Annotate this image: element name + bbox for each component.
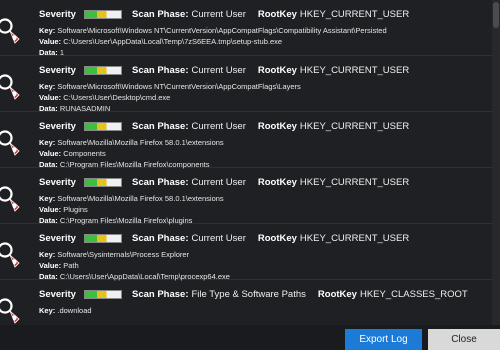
entry-header: Severity Scan Phase: Current User RootKe… — [39, 63, 421, 77]
severity-bar — [83, 121, 122, 131]
key-line: Key: Software\Sysinternals\Process Explo… — [39, 250, 189, 259]
value-label: Value: — [39, 37, 62, 46]
footer-bar: Export Log Close — [0, 325, 500, 350]
entry-header: Severity Scan Phase: Current User RootKe… — [39, 119, 421, 133]
scan-phase-value: File Type & Software Paths — [191, 288, 306, 300]
scan-phase-label: Scan Phase: — [131, 288, 189, 300]
close-button[interactable]: Close — [428, 329, 500, 350]
key-label: Key: — [39, 82, 56, 91]
key-value: .download — [57, 306, 92, 315]
value-value: Path — [63, 261, 79, 270]
value-label: Value: — [39, 261, 62, 270]
value-label: Value: — [39, 93, 62, 102]
value-value: C:\Users\User\AppData\Local\Temp\7zS6EEA… — [63, 37, 283, 46]
rootkey-value: HKEY_CLASSES_ROOT — [359, 288, 468, 300]
entry-header: Severity Scan Phase: Current User RootKe… — [39, 175, 421, 189]
value-line: Value: Plugins — [39, 205, 88, 214]
log-entry[interactable]: Severity Scan Phase: Current User RootKe… — [0, 56, 492, 113]
rootkey-label: RootKey — [257, 8, 297, 20]
rootkey-value: HKEY_CURRENT_USER — [299, 176, 410, 188]
severity-label: Severity — [39, 8, 76, 20]
log-entry[interactable]: Severity Scan Phase: Current User RootKe… — [0, 0, 492, 57]
entry-header: Severity Scan Phase: Current User RootKe… — [39, 7, 421, 21]
scan-phase-value: Current User — [191, 8, 246, 20]
rootkey-label: RootKey — [257, 176, 297, 188]
log-entry[interactable]: Severity Scan Phase: Current User RootKe… — [0, 224, 492, 281]
key-label: Key: — [39, 26, 56, 35]
scan-phase-value: Current User — [191, 232, 246, 244]
key-label: Key: — [39, 138, 56, 147]
key-line: Key: .download — [39, 306, 92, 315]
severity-bar — [83, 65, 122, 75]
scan-phase-label: Scan Phase: — [131, 64, 189, 76]
key-value: Software\Sysinternals\Process Explorer — [57, 250, 190, 259]
key-value: Software\Mozilla\Mozilla Firefox 58.0.1\… — [57, 138, 224, 147]
key-value: Software\Mozilla\Mozilla Firefox 58.0.1\… — [57, 194, 224, 203]
value-line: Value: Components — [39, 149, 106, 158]
scan-phase-value: Current User — [191, 64, 246, 76]
scan-phase-label: Scan Phase: — [131, 8, 189, 20]
key-label: Key: — [39, 250, 56, 259]
rootkey-label: RootKey — [257, 232, 297, 244]
rootkey-value: HKEY_CURRENT_USER — [299, 120, 410, 132]
scan-phase-label: Scan Phase: — [131, 232, 189, 244]
value-label: Value: — [39, 205, 62, 214]
rootkey-label: RootKey — [317, 288, 357, 300]
key-line: Key: Software\Microsoft\Windows NT\Curre… — [39, 26, 387, 35]
rootkey-label: RootKey — [257, 120, 297, 132]
severity-label: Severity — [39, 120, 76, 132]
magnifier-shield-icon — [0, 180, 22, 216]
severity-label: Severity — [39, 176, 76, 188]
magnifier-shield-icon — [0, 236, 22, 272]
key-label: Key: — [39, 306, 56, 315]
scan-phase-label: Scan Phase: — [131, 176, 189, 188]
key-line: Key: Software\Mozilla\Mozilla Firefox 58… — [39, 138, 224, 147]
severity-bar — [83, 289, 122, 299]
vertical-scrollbar[interactable] — [492, 0, 500, 325]
key-line: Key: Software\Microsoft\Windows NT\Curre… — [39, 82, 301, 91]
log-entry[interactable]: Severity Scan Phase: Current User RootKe… — [0, 112, 492, 169]
key-value: Software\Microsoft\Windows NT\CurrentVer… — [57, 26, 387, 35]
scan-phase-value: Current User — [191, 120, 246, 132]
rootkey-label: RootKey — [257, 64, 297, 76]
severity-bar — [83, 177, 122, 187]
rootkey-value: HKEY_CURRENT_USER — [299, 8, 410, 20]
severity-label: Severity — [39, 288, 76, 300]
rootkey-value: HKEY_CURRENT_USER — [299, 232, 410, 244]
export-log-button[interactable]: Export Log — [345, 329, 422, 350]
key-label: Key: — [39, 194, 56, 203]
log-entry-list[interactable]: Severity Scan Phase: Current User RootKe… — [0, 0, 492, 325]
scan-phase-value: Current User — [191, 176, 246, 188]
entry-header: Severity Scan Phase: File Type & Softwar… — [39, 287, 480, 301]
value-line: Value: C:\Users\User\Desktop\cmd.exe — [39, 93, 170, 102]
rootkey-value: HKEY_CURRENT_USER — [299, 64, 410, 76]
severity-bar — [83, 9, 122, 19]
log-entry[interactable]: Severity Scan Phase: Current User RootKe… — [0, 168, 492, 225]
value-line: Value: C:\Users\User\AppData\Local\Temp\… — [39, 37, 282, 46]
magnifier-shield-icon — [0, 124, 22, 160]
severity-label: Severity — [39, 232, 76, 244]
magnifier-shield-icon — [0, 12, 22, 48]
log-entry[interactable]: Severity Scan Phase: File Type & Softwar… — [0, 280, 492, 325]
value-line: Value: Path — [39, 261, 79, 270]
key-line: Key: Software\Mozilla\Mozilla Firefox 58… — [39, 194, 224, 203]
key-value: Software\Microsoft\Windows NT\CurrentVer… — [57, 82, 301, 91]
scrollbar-thumb[interactable] — [493, 2, 499, 28]
value-value: Plugins — [63, 205, 88, 214]
severity-label: Severity — [39, 64, 76, 76]
severity-bar — [83, 233, 122, 243]
magnifier-shield-icon — [0, 68, 22, 104]
value-value: Components — [63, 149, 106, 158]
magnifier-shield-icon — [0, 292, 22, 325]
scan-phase-label: Scan Phase: — [131, 120, 189, 132]
entry-header: Severity Scan Phase: Current User RootKe… — [39, 231, 421, 245]
value-label: Value: — [39, 149, 62, 158]
value-value: C:\Users\User\Desktop\cmd.exe — [63, 93, 171, 102]
